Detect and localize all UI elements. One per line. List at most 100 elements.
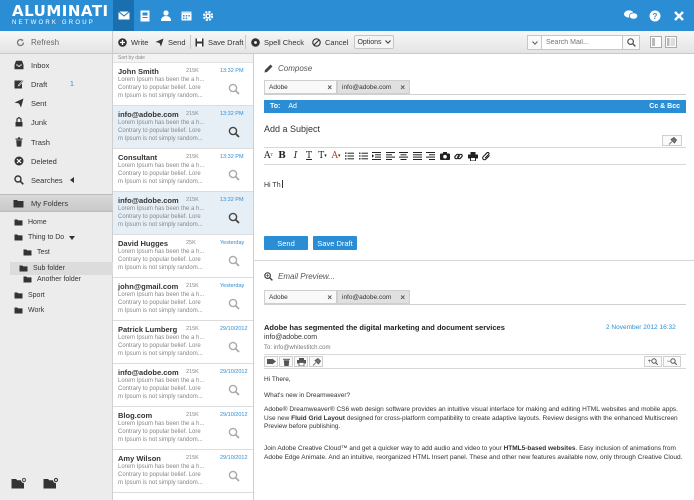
pin-icon[interactable] [309, 356, 323, 367]
message-row[interactable]: info@adobe.com 215K 13:32 PM Lorem Ipsum ha… [113, 192, 253, 235]
text-style-icon[interactable]: T [305, 150, 314, 162]
font-size-icon[interactable]: Aᵀ [264, 150, 273, 162]
sidebar-item-draft[interactable]: Draft 1 [0, 75, 113, 93]
message-row[interactable]: info@adobe.com 215K 29/10/2012 Lorem Ipsum … [113, 364, 253, 407]
gear-icon[interactable] [197, 0, 218, 31]
help-icon[interactable]: ? [648, 9, 662, 23]
close-icon[interactable]: × [327, 83, 332, 92]
spell-check-button[interactable]: Spell Check [251, 31, 304, 53]
refresh-button[interactable]: Refresh [0, 31, 113, 53]
save-draft-button[interactable]: Save Draft [195, 31, 243, 53]
folder-test[interactable]: Test [23, 249, 50, 256]
sidebar-item-junk[interactable]: Junk [0, 113, 113, 131]
folder-settings-icon[interactable] [42, 476, 60, 490]
spell-check-label: Spell Check [264, 37, 305, 47]
close-icon[interactable]: × [400, 83, 405, 92]
zoom-in-button[interactable]: + [644, 356, 662, 367]
compose-body[interactable]: Hi Th [264, 180, 283, 189]
save-draft-button[interactable]: Save Draft [313, 236, 357, 250]
font-family-icon[interactable]: T ▾ [318, 150, 327, 162]
zoom-icon[interactable] [228, 212, 240, 224]
send-button[interactable]: Send [155, 31, 186, 53]
options-dropdown[interactable]: Options [354, 35, 394, 49]
zoom-icon[interactable] [228, 341, 240, 353]
close-icon[interactable]: × [400, 293, 405, 302]
app-logo[interactable]: ALUMINATI NETWORK GROUP [12, 3, 109, 27]
sidebar-item-inbox[interactable]: Inbox [0, 56, 113, 74]
close-icon[interactable]: × [327, 293, 332, 302]
trash-icon[interactable] [279, 356, 293, 367]
cancel-button[interactable]: Cancel [312, 31, 348, 53]
mail-icon[interactable] [113, 0, 134, 31]
zoom-icon[interactable] [228, 470, 240, 482]
email-from[interactable]: info@adobe.com [264, 334, 317, 341]
link-icon[interactable] [454, 150, 463, 162]
send-button[interactable]: Send [264, 236, 308, 250]
bold-icon[interactable]: B [278, 150, 287, 162]
tab-adobe[interactable]: Adobe × [264, 290, 337, 304]
calendar-icon[interactable] [176, 0, 197, 31]
zoom-icon[interactable] [228, 255, 240, 267]
sidebar-item-deleted[interactable]: Deleted [0, 152, 113, 170]
print-icon[interactable] [294, 356, 308, 367]
print-icon[interactable] [467, 150, 478, 162]
bullet-list-icon[interactable] [358, 150, 368, 162]
search-input[interactable] [542, 35, 623, 50]
zoom-icon[interactable] [228, 427, 240, 439]
zoom-out-button[interactable]: − [663, 356, 681, 367]
search-filter-dropdown[interactable] [527, 35, 542, 50]
folder-another-folder[interactable]: Another folder [23, 276, 81, 283]
sidebar-item-trash[interactable]: Trash [0, 133, 113, 151]
user-icon[interactable] [155, 0, 176, 31]
address-book-icon[interactable] [134, 0, 155, 31]
attachment-icon[interactable] [482, 150, 491, 162]
numbered-list-icon[interactable] [345, 150, 355, 162]
cc-bcc-link[interactable]: Cc & Bcc [649, 103, 680, 110]
folder-sub-folder[interactable]: Sub folder [10, 262, 113, 275]
sort-selector[interactable]: Sort by date [113, 54, 253, 63]
folder-sport[interactable]: Sport [14, 292, 45, 299]
tab-adobe[interactable]: Adobe × [264, 80, 337, 94]
pin-icon[interactable] [662, 135, 682, 146]
zoom-icon[interactable] [228, 298, 240, 310]
italic-icon[interactable]: I [291, 150, 300, 162]
sidebar-item-sent[interactable]: Sent [0, 94, 113, 112]
camera-icon[interactable] [439, 150, 450, 162]
message-row[interactable]: john@gmail.com 215K Yesterday Lorem Ipsum h… [113, 278, 253, 321]
align-right-icon[interactable] [426, 150, 436, 162]
message-row[interactable]: David Hugges 25K Yesterday Lorem Ipsum has … [113, 235, 253, 278]
message-row[interactable]: Consultant 215K 13:32 PM Lorem Ipsum has be… [113, 149, 253, 192]
indent-icon[interactable] [372, 150, 382, 162]
tab-info-adobe[interactable]: info@adobe.com × [337, 80, 410, 94]
forward-icon[interactable] [264, 356, 278, 367]
message-preview-line: Contrary to popular belief. Lore [118, 171, 201, 177]
folder-work[interactable]: Work [14, 307, 44, 314]
sidebar-item-searches[interactable]: Searches [0, 171, 113, 189]
zoom-icon[interactable] [228, 83, 240, 95]
folder-thing-to-do[interactable]: Thing to Do [14, 234, 76, 241]
layout-full-icon[interactable] [665, 36, 677, 48]
to-field[interactable]: To: Ad Cc & Bcc [264, 100, 686, 113]
zoom-icon[interactable] [228, 384, 240, 396]
folder-home[interactable]: Home [14, 219, 47, 226]
subject-input[interactable]: Add a Subject [264, 124, 320, 134]
layout-split-icon[interactable] [650, 36, 662, 48]
align-left-icon[interactable] [385, 150, 395, 162]
align-justify-icon[interactable] [412, 150, 422, 162]
add-folder-icon[interactable] [10, 476, 28, 490]
message-row[interactable]: Patrick Lumberg 215K 29/10/2012 Lorem Ipsum… [113, 321, 253, 364]
search-button[interactable] [623, 35, 640, 50]
message-row[interactable]: info@adobe.com 215K 13:32 PM Lorem Ipsum ha… [113, 106, 253, 149]
text-color-icon[interactable]: A ▾ [332, 150, 341, 162]
zoom-icon[interactable] [228, 169, 240, 181]
write-button[interactable]: Write [118, 31, 148, 53]
align-center-icon[interactable] [399, 150, 409, 162]
chat-icon[interactable] [624, 9, 638, 23]
message-row[interactable]: John Smith 215K 13:32 PM Lorem Ipsum has be… [113, 63, 253, 106]
close-icon[interactable] [672, 9, 686, 23]
tab-info-adobe[interactable]: info@adobe.com × [337, 290, 410, 304]
zoom-icon[interactable] [228, 126, 240, 138]
my-folders-header[interactable]: My Folders [0, 194, 113, 212]
message-row[interactable]: Blog.com 215K 29/10/2012 Lorem Ipsum has be… [113, 407, 253, 450]
message-row[interactable]: Amy Wilson 215K 29/10/2012 Lorem Ipsum has … [113, 450, 253, 493]
